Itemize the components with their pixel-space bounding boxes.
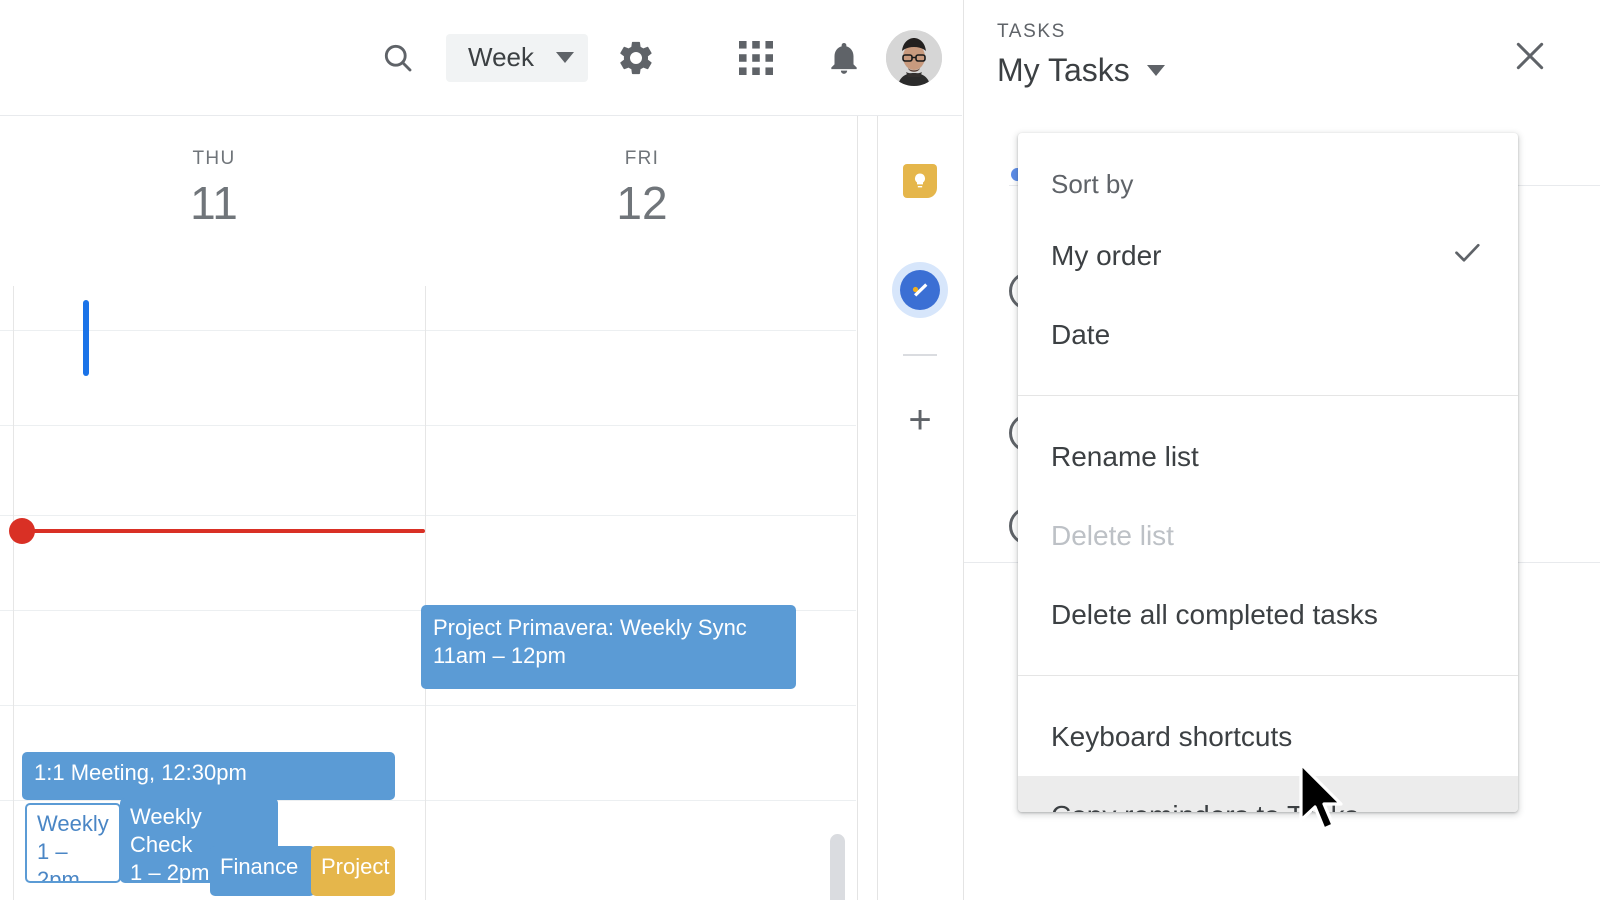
day-headers: THU 11 FRI 12 [0, 116, 856, 286]
event-title: Project [321, 853, 385, 881]
day-column-divider [13, 286, 14, 900]
hour-gridline [0, 515, 856, 516]
calendar-event[interactable]: Project [311, 846, 395, 896]
search-button[interactable] [366, 26, 430, 90]
side-rail: + [877, 116, 962, 900]
menu-item-delete-list: Delete list [1018, 496, 1518, 575]
menu-divider [1018, 395, 1518, 396]
calendar-event[interactable]: Project Primavera: Weekly Sync 11am – 12… [421, 605, 796, 689]
calendar-scrollbar[interactable] [830, 834, 845, 900]
calendar-event[interactable]: Weekly 1 – 2pm [25, 803, 121, 883]
tasks-icon [900, 270, 940, 310]
rail-item-keep[interactable] [892, 153, 948, 209]
task-list-selector[interactable]: My Tasks [997, 52, 1165, 89]
menu-item-label: Delete list [1051, 520, 1174, 552]
hour-gridline [0, 425, 856, 426]
current-time-dot [9, 518, 35, 544]
chevron-down-icon [556, 52, 574, 63]
search-icon [380, 40, 416, 76]
rail-gutter [857, 116, 876, 900]
task-check-icon [907, 277, 933, 303]
task-list-name: My Tasks [997, 52, 1130, 89]
rail-divider [903, 354, 937, 356]
sort-by-label: Sort by [1018, 133, 1518, 200]
apps-button[interactable] [724, 26, 788, 90]
apps-grid-icon [739, 41, 773, 75]
calendar-event[interactable]: Finance [210, 846, 315, 896]
avatar[interactable] [886, 30, 942, 86]
menu-item-my-order[interactable]: My order [1018, 216, 1518, 295]
day-of-week-label: FRI [428, 148, 856, 170]
menu-item-copy-reminders[interactable]: Copy reminders to Tasks [1018, 776, 1518, 812]
menu-item-label: Date [1051, 319, 1110, 351]
current-time-line [10, 529, 425, 533]
event-title: Weekly [37, 810, 109, 838]
day-number-label: 12 [428, 180, 856, 226]
menu-item-label: Keyboard shortcuts [1051, 721, 1292, 753]
bell-icon [825, 39, 863, 77]
menu-item-keyboard-shortcuts[interactable]: Keyboard shortcuts [1018, 697, 1518, 776]
view-mode-button[interactable]: Week [446, 34, 588, 82]
notifications-button[interactable] [812, 26, 876, 90]
menu-item-label: My order [1051, 240, 1161, 272]
close-panel-button[interactable] [1504, 30, 1556, 82]
menu-item-date[interactable]: Date [1018, 295, 1518, 374]
add-panel-button[interactable]: + [908, 400, 931, 440]
day-number-label: 11 [0, 180, 428, 226]
settings-button[interactable] [604, 26, 668, 90]
menu-item-rename-list[interactable]: Rename list [1018, 417, 1518, 496]
calendar-grid: THU 11 FRI 12 Project Primavera: Weekly … [0, 116, 856, 900]
tasks-kicker-label: TASKS [997, 21, 1066, 43]
hour-gridline [0, 330, 856, 331]
menu-divider [1018, 675, 1518, 676]
app-root: Week [0, 0, 1600, 900]
menu-item-label: Rename list [1051, 441, 1199, 473]
header-icon-group: Week [366, 0, 962, 115]
event-time: 11am – 12pm [433, 642, 784, 670]
day-header-thu[interactable]: THU 11 [0, 116, 428, 286]
view-mode-label: Week [468, 42, 534, 73]
day-column-divider [425, 286, 426, 900]
menu-item-label: Copy reminders to Tasks [1051, 800, 1359, 813]
day-of-week-label: THU [0, 148, 428, 170]
lightbulb-icon [910, 171, 930, 191]
menu-item-delete-all-completed[interactable]: Delete all completed tasks [1018, 575, 1518, 654]
chevron-down-icon [1147, 65, 1165, 76]
calendar-header: Week [0, 0, 962, 116]
close-icon [1510, 36, 1550, 76]
event-title: 1:1 Meeting, 12:30pm [34, 759, 383, 787]
gear-icon [616, 38, 656, 78]
hour-gridline [0, 705, 856, 706]
event-time: 1 – 2pm [37, 838, 109, 883]
rail-item-tasks[interactable] [892, 262, 948, 318]
day-header-fri[interactable]: FRI 12 [428, 116, 856, 286]
check-icon [1449, 234, 1485, 277]
task-list-options-menu: Sort by My order Date Rename list Delete… [1018, 133, 1518, 812]
menu-item-label: Delete all completed tasks [1051, 599, 1378, 631]
avatar-photo [886, 32, 942, 86]
selected-rail-indicator [83, 300, 89, 376]
tasks-panel-header: TASKS My Tasks [964, 0, 1600, 116]
event-title: Finance [220, 853, 305, 881]
keep-icon [903, 164, 937, 198]
calendar-event[interactable]: 1:1 Meeting, 12:30pm [22, 752, 395, 800]
event-title: Project Primavera: Weekly Sync [433, 614, 784, 642]
